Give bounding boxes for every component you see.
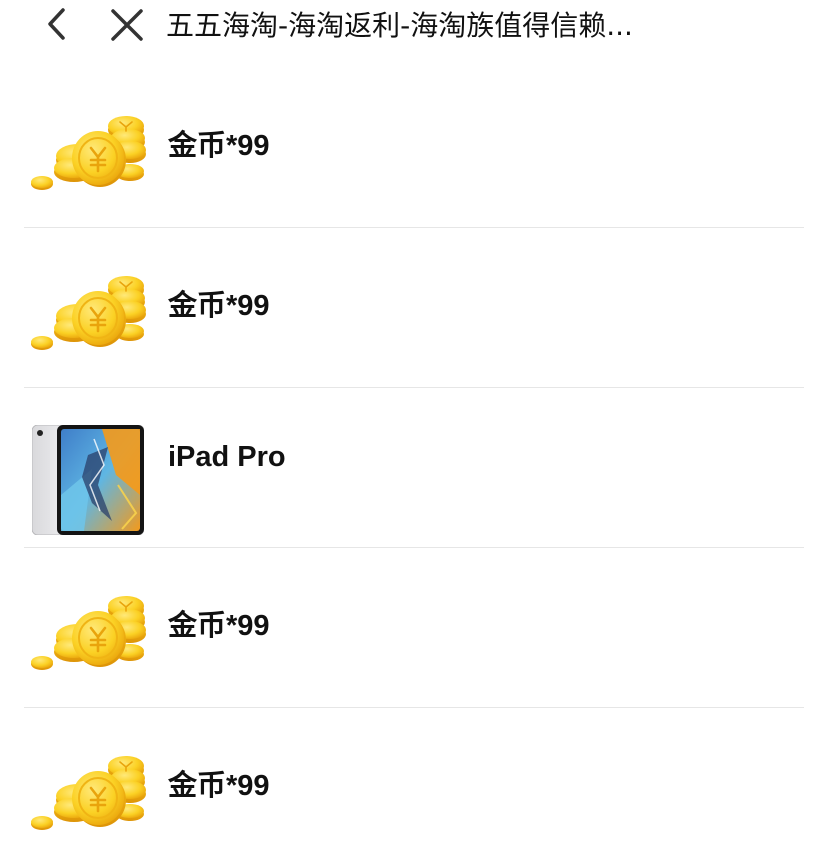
reward-label: 金币*99 [168,130,270,162]
close-button[interactable] [108,6,146,44]
chevron-left-icon [48,8,65,40]
ipad-pro-image [32,425,144,535]
reward-item[interactable]: 金币*99 [24,548,804,708]
close-icon [111,9,143,41]
reward-label: 金币*99 [168,610,270,642]
gold-coins-icon [30,596,146,674]
reward-label: 金币*99 [168,290,270,322]
gold-coins-icon [30,276,146,354]
reward-item[interactable]: iPad Pro [24,388,804,548]
reward-label: iPad Pro [168,441,286,473]
back-button[interactable] [38,6,74,42]
page-title: 五五海淘-海淘返利-海淘族值得信赖... [166,9,633,42]
reward-list: 金币*99 金币*99 iPad Pro 金币*99 金币*99 [0,68,828,867]
reward-label: 金币*99 [168,770,270,802]
gold-coins-icon [30,116,146,194]
reward-item[interactable]: 金币*99 [24,68,804,228]
gold-coins-icon [30,756,146,834]
reward-item[interactable]: 金币*99 [24,708,804,867]
reward-item[interactable]: 金币*99 [24,228,804,388]
navigation-bar: 五五海淘-海淘返利-海淘族值得信赖... [0,0,828,56]
